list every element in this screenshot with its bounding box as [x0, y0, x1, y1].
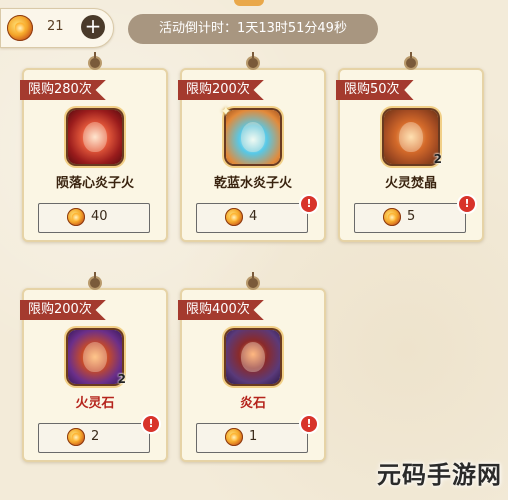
buy-button[interactable]: 1 ! — [196, 416, 317, 453]
buy-button[interactable]: 4 ! — [196, 196, 317, 233]
alert-badge: ! — [143, 416, 159, 432]
quantity-badge: 2 — [117, 372, 126, 386]
item-name: 火灵石 — [75, 396, 115, 411]
fire-coin-icon — [225, 208, 243, 226]
pin-icon — [406, 52, 416, 68]
item-name: 乾蓝水炎子火 — [213, 176, 292, 191]
alert-badge: ! — [459, 196, 475, 212]
price-value: 40 — [91, 209, 108, 224]
price-value: 2 — [91, 429, 100, 444]
fire-spirit-stone-icon[interactable]: 2 — [68, 330, 126, 386]
fire-coin-icon — [7, 15, 33, 41]
purchase-limit-tag: 限购50次 — [336, 80, 414, 100]
price-value: 5 — [407, 209, 416, 224]
purchase-limit-tag: 限购200次 — [20, 300, 106, 320]
buy-button[interactable]: 40 — [38, 203, 150, 233]
shop-item-card[interactable]: 限购400次 炎石 1 ! — [178, 272, 326, 462]
add-currency-button[interactable]: + — [81, 15, 105, 39]
fire-coin-icon — [67, 208, 85, 226]
fire-coin-icon — [225, 428, 243, 446]
blue-flame-icon[interactable]: ✦ — [220, 104, 280, 164]
shop-item-card[interactable]: 限购280次 陨落心炎子火 40 — [20, 52, 168, 242]
quantity-badge: 2 — [433, 152, 442, 166]
fire-dragon-icon[interactable] — [68, 110, 122, 164]
alert-badge: ! — [301, 196, 317, 212]
price-value: 1 — [249, 429, 258, 444]
top-bar: 21 + 活动倒计时：1天13时51分49秒 — [0, 0, 508, 52]
buy-button[interactable]: 5 ! — [354, 196, 475, 233]
currency-pill: 21 + — [0, 8, 114, 48]
pin-icon — [90, 52, 100, 68]
flame-stone-icon[interactable] — [226, 330, 280, 384]
purchase-limit-tag: 限购200次 — [178, 80, 264, 100]
fire-crystal-icon[interactable]: 2 — [384, 110, 442, 166]
purchase-limit-tag: 限购400次 — [178, 300, 264, 320]
alert-badge: ! — [301, 416, 317, 432]
site-watermark: 元码手游网 — [377, 461, 502, 489]
item-name: 炎石 — [239, 396, 266, 411]
shop-item-card[interactable]: 限购50次 2 火灵焚晶 5 ! — [336, 52, 484, 242]
buy-button[interactable]: 2 ! — [38, 416, 159, 453]
pin-icon — [248, 272, 258, 288]
shop-item-card[interactable]: 限购200次 2 火灵石 2 ! — [20, 272, 168, 462]
pin-icon — [90, 272, 100, 288]
sparkle-icon: ✦ — [220, 104, 232, 120]
item-name: 陨落心炎子火 — [55, 176, 134, 191]
currency-amount: 21 — [47, 19, 64, 34]
item-name: 火灵焚晶 — [384, 176, 437, 191]
pin-icon — [248, 52, 258, 68]
purchase-limit-tag: 限购280次 — [20, 80, 106, 100]
price-value: 4 — [249, 209, 258, 224]
shop-item-card[interactable]: 限购200次 ✦ 乾蓝水炎子火 4 ! — [178, 52, 326, 242]
event-countdown: 活动倒计时：1天13时51分49秒 — [128, 14, 378, 44]
fire-coin-icon — [67, 428, 85, 446]
top-tab-marker — [234, 0, 264, 6]
fire-coin-icon — [383, 208, 401, 226]
